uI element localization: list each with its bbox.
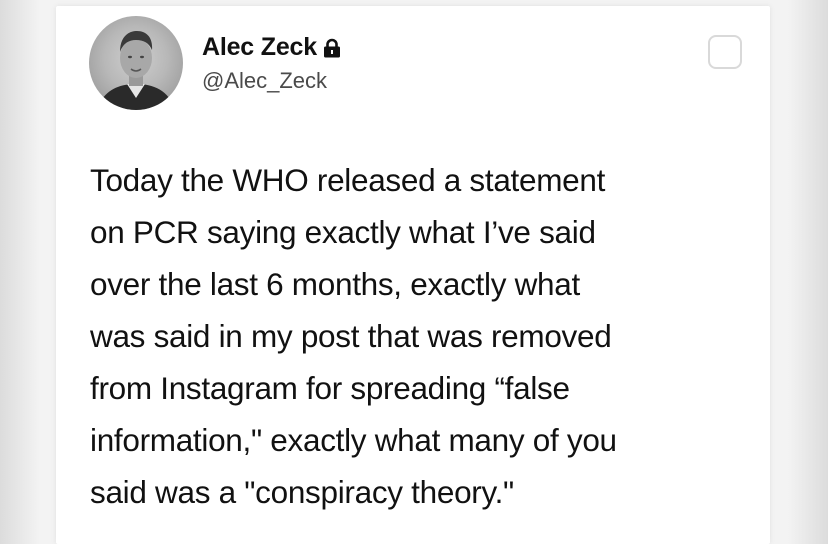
square-outline-icon[interactable] [708,35,742,69]
author-name-row[interactable]: Alec Zeck [202,33,341,62]
tweet-line: on PCR saying exactly what I’ve said [90,214,596,250]
avatar[interactable] [89,16,183,110]
lock-icon [323,38,341,58]
tweet-line: from Instagram for spreading “false [90,370,570,406]
tweet-card[interactable]: Alec Zeck @Alec_Zeck Today the WHO relea… [56,6,770,544]
author-handle[interactable]: @Alec_Zeck [202,68,327,94]
tweet-line: over the last 6 months, exactly what [90,266,580,302]
author-name[interactable]: Alec Zeck [202,33,317,62]
tweet-line: information," exactly what many of you [90,422,617,458]
profile-photo-icon [97,31,175,110]
tweet-body: Today the WHO released a statement on PC… [90,154,750,518]
tweet-line: Today the WHO released a statement [90,162,606,198]
tweet-line: was said in my post that was removed [90,318,612,354]
tweet-line: said was a "conspiracy theory." [90,474,514,510]
